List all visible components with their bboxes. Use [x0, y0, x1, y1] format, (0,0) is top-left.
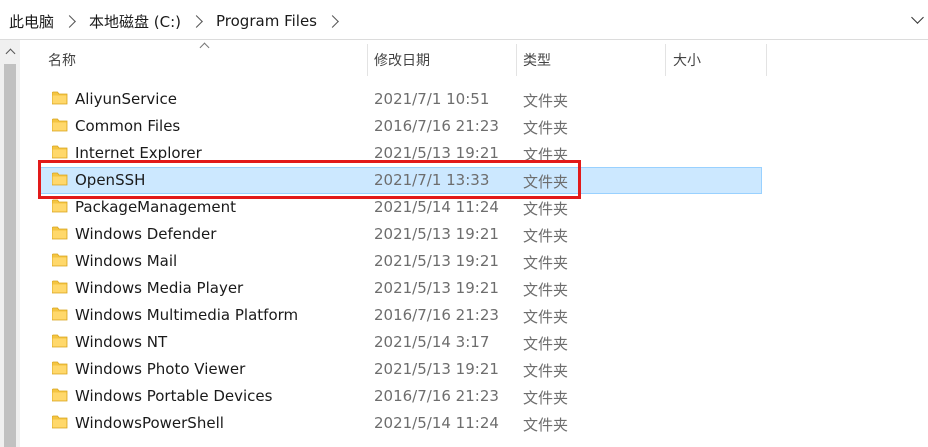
file-type: 文件夹 [523, 281, 569, 299]
file-name: Windows Portable Devices [75, 387, 273, 405]
file-modified-date: 2021/5/14 11:24 [374, 414, 499, 432]
file-type: 文件夹 [523, 416, 569, 434]
file-type: 文件夹 [523, 227, 569, 245]
file-modified-date: 2021/7/1 13:33 [374, 171, 490, 189]
address-bar[interactable]: 此电脑 本地磁盘 (C:) Program Files [0, 0, 928, 40]
chevron-right-icon[interactable] [326, 14, 339, 28]
file-type: 文件夹 [523, 254, 569, 272]
chevron-up-icon [5, 48, 15, 58]
column-divider[interactable] [367, 44, 368, 76]
file-name: Windows NT [75, 333, 168, 351]
file-row[interactable]: Windows Multimedia Platform 2016/7/16 21:… [38, 302, 762, 329]
file-modified-date: 2021/5/13 19:21 [374, 252, 499, 270]
folder-icon [51, 388, 68, 402]
file-row[interactable]: Windows Media Player 2021/5/13 19:21 文件夹 [38, 275, 762, 302]
scroll-up-button[interactable] [0, 40, 20, 62]
column-divider[interactable] [665, 44, 666, 76]
column-header-type[interactable]: 类型 [523, 40, 666, 76]
folder-icon [51, 361, 68, 375]
breadcrumb-local-disk[interactable]: 本地磁盘 (C:) [89, 11, 181, 32]
chevron-down-icon [910, 11, 924, 24]
file-modified-date: 2021/5/13 19:21 [374, 360, 499, 378]
column-divider[interactable] [766, 44, 767, 76]
file-modified-date: 2021/5/13 19:21 [374, 279, 499, 297]
column-divider[interactable] [516, 44, 517, 76]
file-row[interactable]: Windows Mail 2021/5/13 19:21 文件夹 [38, 248, 762, 275]
file-name: PackageManagement [75, 198, 236, 216]
file-type: 文件夹 [523, 335, 569, 353]
column-header-name[interactable]: 名称 [48, 40, 368, 76]
file-name: WindowsPowerShell [75, 414, 224, 432]
file-row[interactable]: OpenSSH 2021/7/1 13:33 文件夹 [38, 167, 762, 194]
file-modified-date: 2016/7/16 21:23 [374, 117, 499, 135]
file-type: 文件夹 [523, 389, 569, 407]
file-row[interactable]: Windows NT 2021/5/14 3:17 文件夹 [38, 329, 762, 356]
file-type: 文件夹 [523, 119, 569, 137]
breadcrumb-program-files[interactable]: Program Files [216, 12, 317, 30]
scroll-thumb[interactable] [4, 64, 16, 447]
file-row[interactable]: PackageManagement 2021/5/14 11:24 文件夹 [38, 194, 762, 221]
file-modified-date: 2021/5/14 11:24 [374, 198, 499, 216]
file-modified-date: 2021/5/13 19:21 [374, 144, 499, 162]
folder-icon [51, 307, 68, 321]
file-row[interactable]: Windows Photo Viewer 2021/5/13 19:21 文件夹 [38, 356, 762, 383]
file-modified-date: 2021/5/14 3:17 [374, 333, 490, 351]
file-type: 文件夹 [523, 362, 569, 380]
file-row[interactable]: Internet Explorer 2021/5/13 19:21 文件夹 [38, 140, 762, 167]
file-row[interactable]: Windows Portable Devices 2016/7/16 21:23 文… [38, 383, 762, 410]
chevron-right-icon[interactable] [190, 14, 203, 28]
file-modified-date: 2021/5/13 19:21 [374, 225, 499, 243]
file-name: Windows Mail [75, 252, 178, 270]
file-name: Internet Explorer [75, 144, 202, 162]
file-row[interactable]: Windows Defender 2021/5/13 19:21 文件夹 [38, 221, 762, 248]
file-modified-date: 2021/7/1 10:51 [374, 90, 490, 108]
folder-icon [51, 172, 68, 186]
folder-icon [51, 199, 68, 213]
file-name: Windows Defender [75, 225, 217, 243]
column-header-date[interactable]: 修改日期 [374, 40, 517, 76]
breadcrumb-this-pc[interactable]: 此电脑 [9, 11, 54, 32]
folder-icon [51, 253, 68, 267]
file-name: Windows Media Player [75, 279, 244, 297]
file-name: Common Files [75, 117, 181, 135]
breadcrumb: 此电脑 本地磁盘 (C:) Program Files [9, 11, 352, 31]
file-modified-date: 2016/7/16 21:23 [374, 306, 499, 324]
file-explorer-window: 此电脑 本地磁盘 (C:) Program Files 名称 修改日期 类型 大… [0, 0, 928, 447]
file-name: OpenSSH [75, 171, 146, 189]
file-row[interactable]: WindowsPowerShell 2021/5/14 11:24 文件夹 [38, 410, 762, 437]
folder-icon [51, 334, 68, 348]
folder-icon [51, 145, 68, 159]
file-type: 文件夹 [523, 308, 569, 326]
file-row[interactable]: Common Files 2016/7/16 21:23 文件夹 [38, 113, 762, 140]
file-name: Windows Multimedia Platform [75, 306, 299, 324]
file-type: 文件夹 [523, 146, 569, 164]
file-name: Windows Photo Viewer [75, 360, 246, 378]
file-type: 文件夹 [523, 200, 569, 218]
file-list: AliyunService 2021/7/1 10:51 文件夹 Common Fil… [38, 86, 762, 437]
folder-icon [51, 415, 68, 429]
file-type: 文件夹 [523, 92, 569, 110]
folder-icon [51, 226, 68, 240]
vertical-scrollbar[interactable] [0, 40, 20, 447]
column-header-row: 名称 修改日期 类型 大小 [20, 40, 928, 80]
address-history-dropdown[interactable] [906, 0, 928, 40]
folder-icon [51, 91, 68, 105]
file-row[interactable]: AliyunService 2021/7/1 10:51 文件夹 [38, 86, 762, 113]
column-header-size[interactable]: 大小 [673, 40, 766, 76]
folder-icon [51, 280, 68, 294]
file-modified-date: 2016/7/16 21:23 [374, 387, 499, 405]
file-type: 文件夹 [523, 173, 569, 191]
file-name: AliyunService [75, 90, 177, 108]
folder-icon [51, 118, 68, 132]
chevron-right-icon[interactable] [63, 14, 76, 28]
